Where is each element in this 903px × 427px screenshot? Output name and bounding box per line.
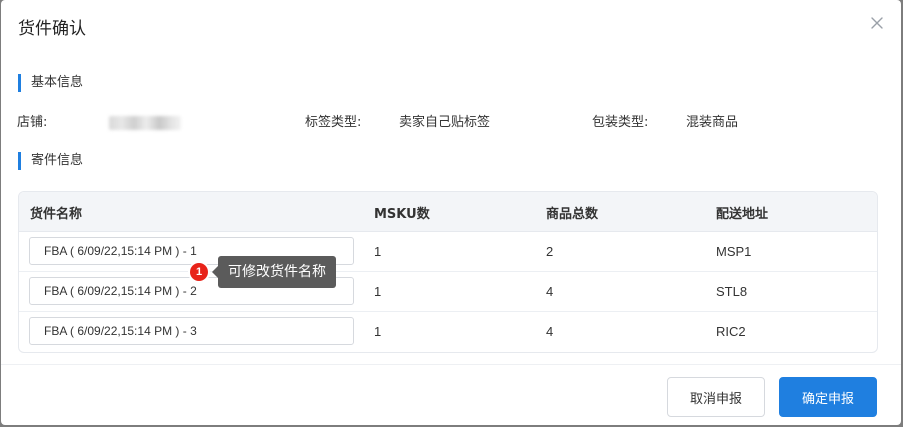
store-value-redacted xyxy=(109,116,181,130)
package-type-value: 混装商品 xyxy=(686,115,739,130)
ship-address: MSP1 xyxy=(716,244,752,259)
package-type-label: 包装类型: xyxy=(592,115,649,130)
close-icon xyxy=(871,17,883,29)
step-badge: 1 xyxy=(190,263,208,281)
tooltip-text: 可修改货件名称 xyxy=(218,256,336,288)
ship-address: RIC2 xyxy=(716,324,746,339)
label-type-value: 卖家自己贴标签 xyxy=(399,115,491,130)
total-items: 4 xyxy=(546,284,554,299)
total-items: 4 xyxy=(546,324,554,339)
cancel-declare-button[interactable]: 取消申报 xyxy=(667,377,765,417)
total-items: 2 xyxy=(546,244,554,259)
close-button[interactable] xyxy=(869,15,885,31)
table-row: 1 4 RIC2 xyxy=(19,312,877,352)
shipment-table: 货件名称 MSKU数 商品总数 配送地址 1 2 MSP1 1 4 STL8 1… xyxy=(18,191,878,353)
footer-divider xyxy=(1,364,901,365)
table-header: 货件名称 MSKU数 商品总数 配送地址 xyxy=(19,192,877,232)
header-ship-address: 配送地址 xyxy=(716,207,769,222)
label-type-label: 标签类型: xyxy=(305,115,362,130)
edit-name-tooltip: 1 可修改货件名称 xyxy=(190,256,336,288)
ship-address: STL8 xyxy=(716,284,748,299)
msku-count: 1 xyxy=(374,284,382,299)
table-row: 1 4 STL8 xyxy=(19,272,877,312)
header-msku-count: MSKU数 xyxy=(374,207,430,222)
table-row: 1 2 MSP1 xyxy=(19,232,877,272)
store-label: 店铺: xyxy=(17,115,48,130)
dialog-title: 货件确认 xyxy=(18,19,86,39)
section-title-shipment-info: 寄件信息 xyxy=(18,152,83,170)
header-total-items: 商品总数 xyxy=(546,207,599,222)
header-shipment-name: 货件名称 xyxy=(30,207,83,222)
confirm-declare-button[interactable]: 确定申报 xyxy=(779,377,877,417)
shipment-name-input[interactable] xyxy=(29,317,354,345)
msku-count: 1 xyxy=(374,324,382,339)
section-title-basic-info: 基本信息 xyxy=(18,74,83,92)
shipment-confirm-dialog: 货件确认 基本信息 店铺: 标签类型: 卖家自己贴标签 包装类型: 混装商品 寄… xyxy=(1,0,901,425)
msku-count: 1 xyxy=(374,244,382,259)
